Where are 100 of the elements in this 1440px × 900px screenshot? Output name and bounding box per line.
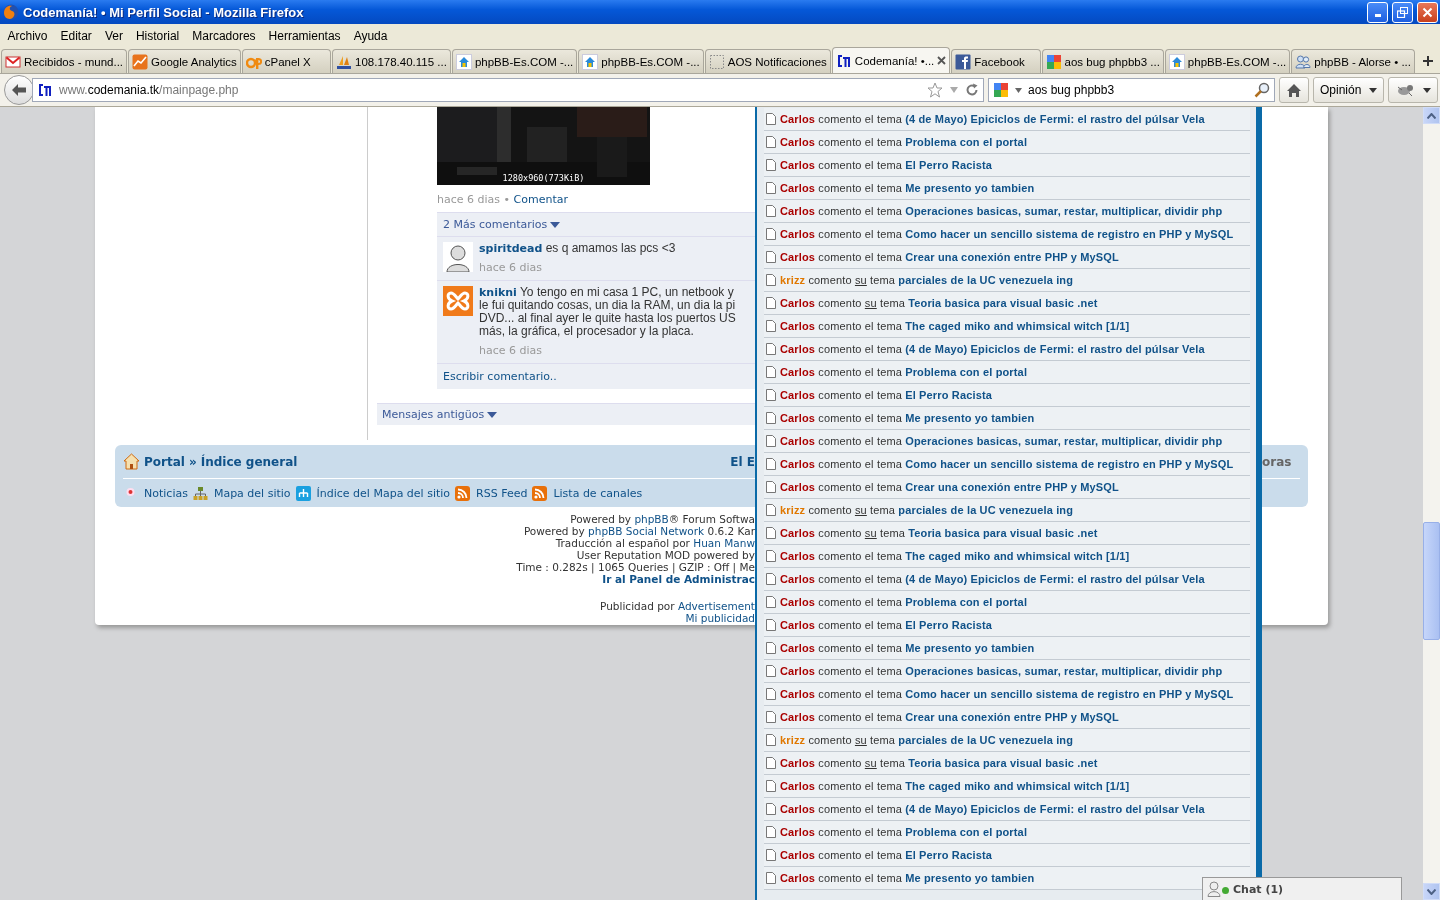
- topic-link[interactable]: The caged miko and whimsical witch [1/1]: [905, 550, 1130, 562]
- browser-tab[interactable]: Facebook: [951, 49, 1041, 73]
- close-icon[interactable]: [937, 56, 947, 65]
- user-link[interactable]: Carlos: [780, 688, 816, 700]
- topic-link[interactable]: El Perro Racista: [905, 619, 992, 631]
- search-icon[interactable]: [1254, 82, 1270, 98]
- user-link[interactable]: Carlos: [780, 412, 816, 424]
- topic-link[interactable]: Operaciones basicas, sumar, restar, multiplicar, dividir php: [905, 205, 1223, 217]
- back-button[interactable]: [4, 75, 34, 105]
- topic-link[interactable]: (4 de Mayo) Epiciclos de Fermi: el rastro del púlsar Vela: [905, 803, 1205, 815]
- search-field[interactable]: aos bug phpbb3: [988, 78, 1275, 102]
- user-link[interactable]: Carlos: [780, 205, 816, 217]
- topic-link[interactable]: parciales de la UC venezuela ing: [898, 274, 1074, 286]
- browser-tab[interactable]: phpBB-Es.COM -...: [1164, 49, 1291, 73]
- footer-nav-link[interactable]: Índice del Mapa del sitio: [316, 486, 451, 500]
- user-link[interactable]: Carlos: [780, 665, 816, 677]
- topic-link[interactable]: Problema con el portal: [905, 136, 1028, 148]
- topic-link[interactable]: The caged miko and whimsical witch [1/1]: [905, 320, 1130, 332]
- user-link[interactable]: Carlos: [780, 872, 816, 884]
- user-link[interactable]: Carlos: [780, 113, 816, 125]
- menu-item[interactable]: Marcadores: [185, 28, 263, 43]
- dropdown-icon[interactable]: [1015, 87, 1022, 93]
- close-button[interactable]: [1417, 1, 1438, 23]
- footer-nav-link[interactable]: Noticias: [144, 486, 188, 500]
- browser-tab[interactable]: cPanel X: [241, 49, 332, 73]
- user-link[interactable]: Carlos: [780, 780, 816, 792]
- topic-link[interactable]: Problema con el portal: [905, 366, 1028, 378]
- user-link[interactable]: Carlos: [780, 458, 816, 470]
- breadcrumb-link[interactable]: Portal: [144, 454, 185, 469]
- topic-link[interactable]: El Perro Racista: [905, 159, 992, 171]
- browser-tab[interactable]: Recibidos - mund...: [1, 49, 128, 73]
- scrollbar[interactable]: [1423, 107, 1440, 900]
- user-link[interactable]: Carlos: [780, 803, 816, 815]
- browser-tab[interactable]: Codemanía! •...: [831, 47, 951, 73]
- footer-link[interactable]: Ir al Panel de Administrac: [602, 573, 755, 585]
- topic-link[interactable]: Problema con el portal: [905, 596, 1028, 608]
- star-icon[interactable]: [927, 82, 943, 98]
- feedback-button[interactable]: Opinión: [1313, 77, 1385, 103]
- user-link[interactable]: Carlos: [780, 389, 816, 401]
- scroll-up-button[interactable]: [1423, 107, 1440, 124]
- topic-link[interactable]: Teoria basica para visual basic .net: [908, 527, 1098, 539]
- browser-tab[interactable]: phpBB - Alorse • ...: [1291, 49, 1415, 73]
- topic-link[interactable]: (4 de Mayo) Epiciclos de Fermi: el rastro del púlsar Vela: [905, 343, 1205, 355]
- menu-item[interactable]: Ayuda: [347, 28, 394, 43]
- topic-link[interactable]: parciales de la UC venezuela ing: [898, 734, 1074, 746]
- address-field[interactable]: www.codemania.tk/mainpage.php: [32, 78, 984, 102]
- user-link[interactable]: Carlos: [780, 136, 816, 148]
- user-link[interactable]: Carlos: [780, 182, 816, 194]
- reload-icon[interactable]: [965, 83, 979, 97]
- topic-link[interactable]: Crear una conexión entre PHP y MySQL: [905, 481, 1119, 493]
- user-link[interactable]: Carlos: [780, 366, 816, 378]
- topic-link[interactable]: The caged miko and whimsical witch [1/1]: [905, 780, 1130, 792]
- topic-link[interactable]: Operaciones basicas, sumar, restar, multiplicar, dividir php: [905, 435, 1223, 447]
- topic-link[interactable]: Me presento yo tambien: [905, 642, 1035, 654]
- browser-tab[interactable]: phpBB-Es.COM -...: [578, 49, 704, 73]
- topic-link[interactable]: (4 de Mayo) Epiciclos de Fermi: el rastro del púlsar Vela: [905, 113, 1205, 125]
- browser-tab[interactable]: Google Analytics: [128, 49, 241, 73]
- topic-link[interactable]: Teoria basica para visual basic .net: [908, 297, 1098, 309]
- browser-tab[interactable]: 108.178.40.115 ...: [332, 49, 451, 73]
- user-link[interactable]: Carlos: [780, 527, 816, 539]
- user-link[interactable]: Carlos: [780, 228, 816, 240]
- footer-nav-link[interactable]: RSS Feed: [476, 486, 528, 500]
- topic-link[interactable]: Problema con el portal: [905, 826, 1028, 838]
- more-comments-link[interactable]: 2 Más comentarios: [437, 212, 755, 237]
- user-link[interactable]: Carlos: [780, 596, 816, 608]
- topic-link[interactable]: parciales de la UC venezuela ing: [898, 504, 1074, 516]
- user-link[interactable]: Carlos: [780, 159, 816, 171]
- user-link[interactable]: Carlos: [780, 550, 816, 562]
- topic-link[interactable]: Crear una conexión entre PHP y MySQL: [905, 711, 1119, 723]
- topic-link[interactable]: Crear una conexión entre PHP y MySQL: [905, 251, 1119, 263]
- user-link[interactable]: Carlos: [780, 297, 816, 309]
- older-messages-link[interactable]: Mensajes antigüos: [377, 403, 755, 425]
- restore-button[interactable]: [1392, 1, 1413, 23]
- minimize-button[interactable]: [1367, 1, 1388, 23]
- user-link[interactable]: Carlos: [780, 642, 816, 654]
- footer-link[interactable]: Advertisement: [677, 600, 755, 612]
- user-link[interactable]: spiritdead: [479, 242, 543, 255]
- user-link[interactable]: Carlos: [780, 619, 816, 631]
- topic-link[interactable]: Como hacer un sencillo sistema de registro en PHP y MySQL: [905, 688, 1234, 700]
- user-link[interactable]: Carlos: [780, 435, 816, 447]
- footer-link[interactable]: phpBB Social Network: [588, 525, 705, 537]
- menu-item[interactable]: Archivo: [1, 28, 54, 43]
- comment-link[interactable]: Comentar: [513, 193, 568, 206]
- user-link[interactable]: Carlos: [780, 711, 816, 723]
- user-link[interactable]: Carlos: [780, 251, 816, 263]
- user-link[interactable]: Carlos: [780, 320, 816, 332]
- breadcrumb-link[interactable]: Índice general: [200, 454, 298, 469]
- topic-link[interactable]: Me presento yo tambien: [905, 412, 1035, 424]
- topic-link[interactable]: Operaciones basicas, sumar, restar, multiplicar, dividir php: [905, 665, 1223, 677]
- menu-item[interactable]: Herramientas: [262, 28, 348, 43]
- footer-nav-link[interactable]: Mapa del sitio: [213, 486, 291, 500]
- topic-link[interactable]: Me presento yo tambien: [905, 872, 1035, 884]
- browser-tab[interactable]: phpBB-Es.COM -...: [451, 49, 578, 73]
- topic-link[interactable]: El Perro Racista: [905, 389, 992, 401]
- user-link[interactable]: Carlos: [780, 573, 816, 585]
- write-comment-link[interactable]: Escribir comentario..: [443, 370, 557, 383]
- scroll-thumb[interactable]: [1423, 522, 1440, 640]
- home-button[interactable]: [1279, 77, 1309, 103]
- user-link[interactable]: Carlos: [780, 826, 816, 838]
- footer-link[interactable]: Mi publicidad: [685, 612, 755, 624]
